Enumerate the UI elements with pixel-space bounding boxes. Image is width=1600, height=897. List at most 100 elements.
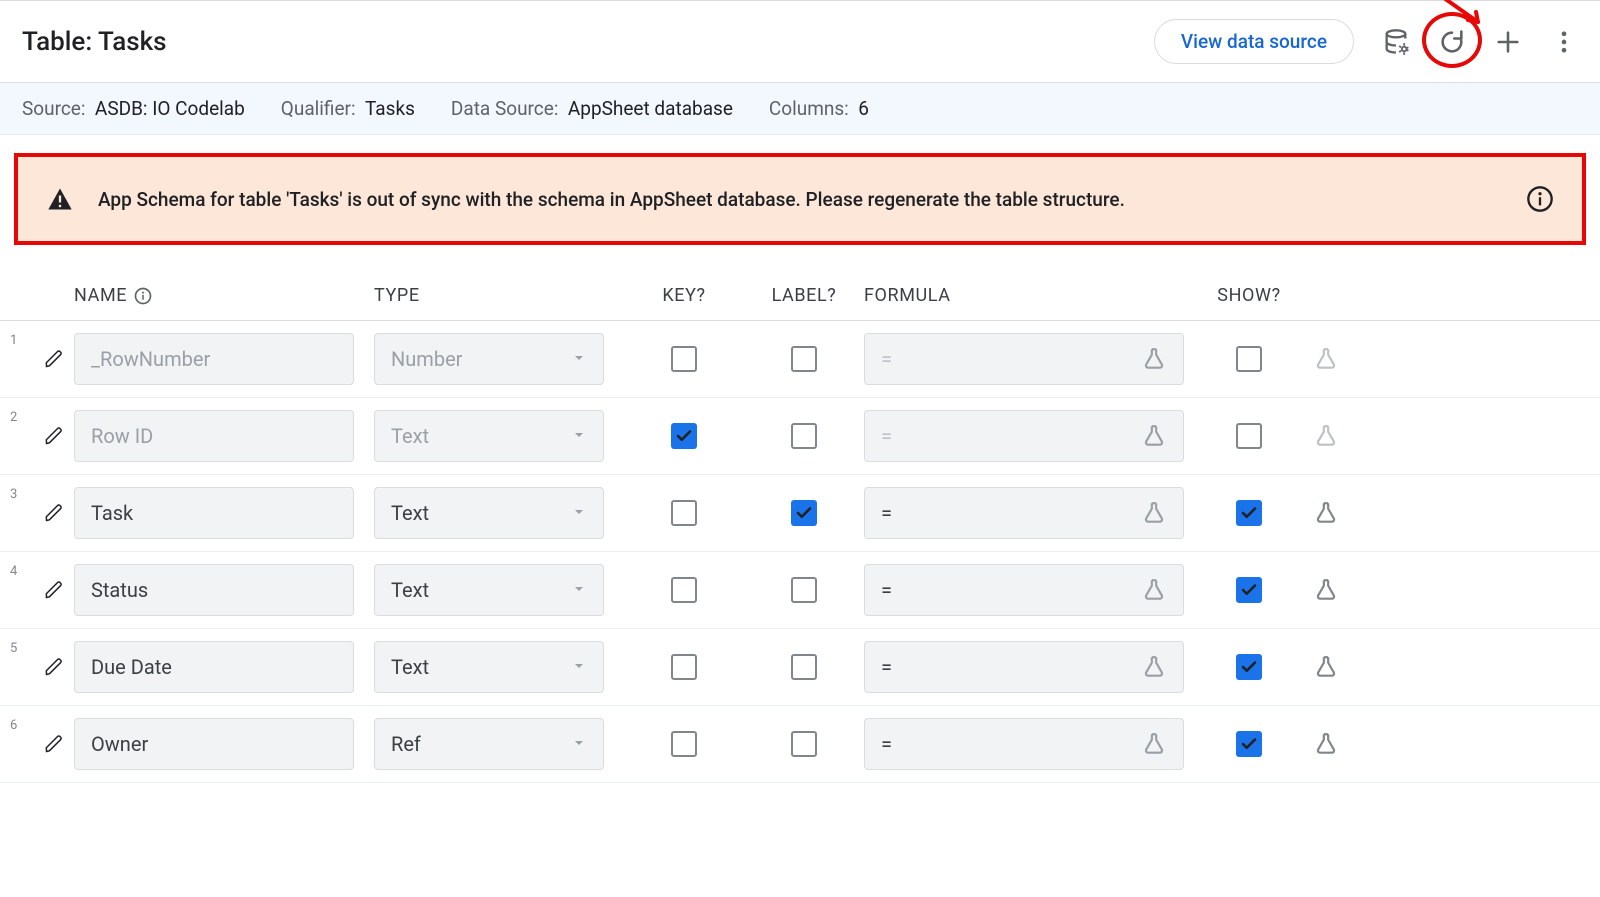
table-header-bar: Table: Tasks View data source — [0, 0, 1600, 83]
source-value: ASDB: IO Codelab — [95, 97, 245, 120]
add-column-button[interactable] — [1494, 28, 1522, 56]
label-checkbox[interactable] — [744, 423, 864, 449]
edit-column-button[interactable] — [34, 426, 74, 446]
view-data-source-button[interactable]: View data source — [1154, 19, 1354, 64]
edit-column-button[interactable] — [34, 349, 74, 369]
columns-count-value: 6 — [858, 97, 869, 120]
show-flask-button[interactable] — [1294, 731, 1354, 757]
column-type-select[interactable]: Text — [374, 641, 604, 693]
row-number: 5 — [4, 641, 34, 656]
flask-icon — [1141, 423, 1167, 449]
page-title: Table: Tasks — [22, 27, 167, 57]
show-checkbox[interactable] — [1204, 731, 1294, 757]
edit-column-button[interactable] — [34, 734, 74, 754]
column-type-select[interactable]: Text — [374, 487, 604, 539]
header-type: TYPE — [374, 285, 624, 306]
database-settings-icon[interactable] — [1382, 28, 1410, 56]
show-checkbox[interactable] — [1204, 654, 1294, 680]
label-checkbox[interactable] — [744, 654, 864, 680]
more-menu-button[interactable] — [1550, 28, 1578, 56]
formula-input[interactable]: = — [864, 333, 1184, 385]
show-checkbox[interactable] — [1204, 577, 1294, 603]
column-type-select[interactable]: Text — [374, 410, 604, 462]
data-source-label: Data Source: AppSheet database — [451, 97, 733, 120]
header-actions: View data source — [1154, 19, 1578, 64]
flask-icon — [1141, 654, 1167, 680]
show-checkbox[interactable] — [1204, 346, 1294, 372]
show-flask-button[interactable] — [1294, 577, 1354, 603]
key-checkbox[interactable] — [624, 346, 744, 372]
label-checkbox[interactable] — [744, 731, 864, 757]
data-source-value: AppSheet database — [568, 97, 733, 120]
flask-icon — [1313, 654, 1339, 680]
edit-column-button[interactable] — [34, 657, 74, 677]
show-flask-button[interactable] — [1294, 654, 1354, 680]
flask-icon — [1141, 346, 1167, 372]
column-type-select[interactable]: Text — [374, 564, 604, 616]
key-checkbox[interactable] — [624, 731, 744, 757]
flask-icon — [1141, 577, 1167, 603]
row-number: 4 — [4, 564, 34, 579]
formula-input[interactable]: = — [864, 487, 1184, 539]
qualifier-value: Tasks — [365, 97, 415, 120]
column-rows: 1 _RowNumber Number = 2 Row ID — [0, 321, 1600, 783]
regenerate-schema-button[interactable] — [1438, 28, 1466, 56]
column-header-row: NAME TYPE KEY? LABEL? FORMULA SHOW? — [0, 253, 1600, 321]
label-checkbox[interactable] — [744, 346, 864, 372]
header-label: LABEL? — [744, 285, 864, 306]
column-name-input[interactable]: _RowNumber — [74, 333, 354, 385]
source-label: Source: ASDB: IO Codelab — [22, 97, 245, 120]
caret-down-icon — [571, 501, 587, 525]
flask-icon — [1141, 500, 1167, 526]
show-flask-button[interactable] — [1294, 346, 1354, 372]
show-checkbox[interactable] — [1204, 423, 1294, 449]
column-name-input[interactable]: Due Date — [74, 641, 354, 693]
key-checkbox[interactable] — [624, 423, 744, 449]
column-row: 3 Task Text = — [0, 475, 1600, 552]
column-name-input[interactable]: Task — [74, 487, 354, 539]
formula-input[interactable]: = — [864, 564, 1184, 616]
column-name-input[interactable]: Status — [74, 564, 354, 616]
column-row: 1 _RowNumber Number = — [0, 321, 1600, 398]
label-checkbox[interactable] — [744, 500, 864, 526]
warning-message: App Schema for table 'Tasks' is out of s… — [98, 188, 1502, 211]
header-key: KEY? — [624, 285, 744, 306]
info-circle-icon[interactable] — [1526, 185, 1554, 213]
warning-banner-wrap: App Schema for table 'Tasks' is out of s… — [0, 135, 1600, 253]
formula-input[interactable]: = — [864, 641, 1184, 693]
flask-icon — [1313, 731, 1339, 757]
warning-triangle-icon — [46, 185, 74, 213]
column-row: 2 Row ID Text = — [0, 398, 1600, 475]
row-number: 1 — [4, 333, 34, 348]
header-formula: FORMULA — [864, 285, 1204, 306]
formula-input[interactable]: = — [864, 718, 1184, 770]
show-checkbox[interactable] — [1204, 500, 1294, 526]
column-type-select[interactable]: Number — [374, 333, 604, 385]
column-name-input[interactable]: Row ID — [74, 410, 354, 462]
show-flask-button[interactable] — [1294, 500, 1354, 526]
column-name-input[interactable]: Owner — [74, 718, 354, 770]
warning-banner: App Schema for table 'Tasks' is out of s… — [14, 153, 1586, 245]
qualifier-label: Qualifier: Tasks — [281, 97, 415, 120]
column-row: 5 Due Date Text = — [0, 629, 1600, 706]
key-checkbox[interactable] — [624, 500, 744, 526]
row-number: 6 — [4, 718, 34, 733]
formula-input[interactable]: = — [864, 410, 1184, 462]
table-info-strip: Source: ASDB: IO Codelab Qualifier: Task… — [0, 83, 1600, 135]
caret-down-icon — [571, 347, 587, 371]
show-flask-button[interactable] — [1294, 423, 1354, 449]
caret-down-icon — [571, 655, 587, 679]
caret-down-icon — [571, 732, 587, 756]
flask-icon — [1313, 423, 1339, 449]
column-type-select[interactable]: Ref — [374, 718, 604, 770]
info-icon[interactable] — [133, 286, 153, 306]
key-checkbox[interactable] — [624, 577, 744, 603]
edit-column-button[interactable] — [34, 503, 74, 523]
label-checkbox[interactable] — [744, 577, 864, 603]
flask-icon — [1141, 731, 1167, 757]
columns-count-label: Columns: 6 — [769, 97, 869, 120]
row-number: 2 — [4, 410, 34, 425]
edit-column-button[interactable] — [34, 580, 74, 600]
row-number: 3 — [4, 487, 34, 502]
key-checkbox[interactable] — [624, 654, 744, 680]
